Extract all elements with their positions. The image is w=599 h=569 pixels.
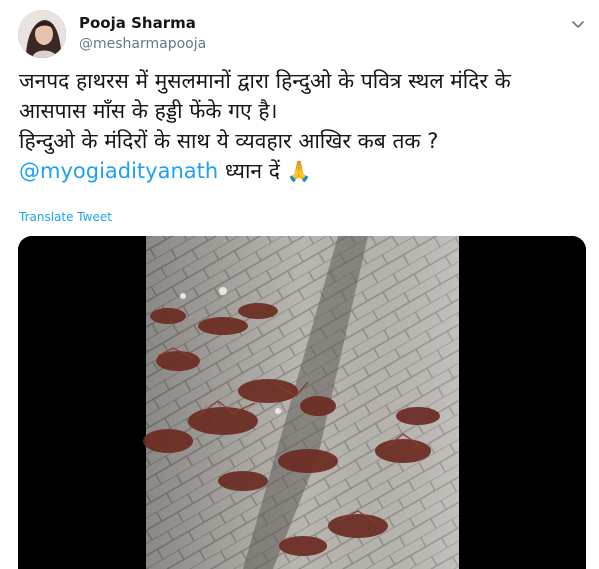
- tweet-line-2: आसपास माँस के हड्डी फेंके गए है।: [19, 99, 278, 123]
- tweet-line-4-text: ध्यान दें: [218, 159, 287, 183]
- user-handle[interactable]: @mesharmapooja: [79, 36, 206, 52]
- folded-hands-icon: 🙏: [286, 159, 312, 183]
- chevron-down-icon[interactable]: [568, 14, 588, 34]
- display-name[interactable]: Pooja Sharma: [79, 14, 196, 32]
- tweet-media-video[interactable]: [18, 236, 586, 569]
- tweet-card: Pooja Sharma @mesharmapooja जनपद हाथरस म…: [0, 0, 599, 569]
- tweet-text: जनपद हाथरस में मुसलमानों द्वारा हिन्दुओ …: [19, 66, 589, 186]
- translate-tweet-link[interactable]: Translate Tweet: [19, 210, 112, 224]
- video-frame: [18, 236, 586, 569]
- tweet-line-3: हिन्दुओ के मंदिरों के साथ ये व्यवहार आखि…: [19, 129, 439, 153]
- tweet-line-1: जनपद हाथरस में मुसलमानों द्वारा हिन्दुओ …: [19, 69, 511, 93]
- avatar[interactable]: [18, 10, 66, 58]
- tweet-line-4: @myogiadityanath ध्यान दें 🙏: [19, 156, 589, 186]
- avatar-image: [18, 10, 66, 58]
- mention-link[interactable]: @myogiadityanath: [19, 159, 218, 183]
